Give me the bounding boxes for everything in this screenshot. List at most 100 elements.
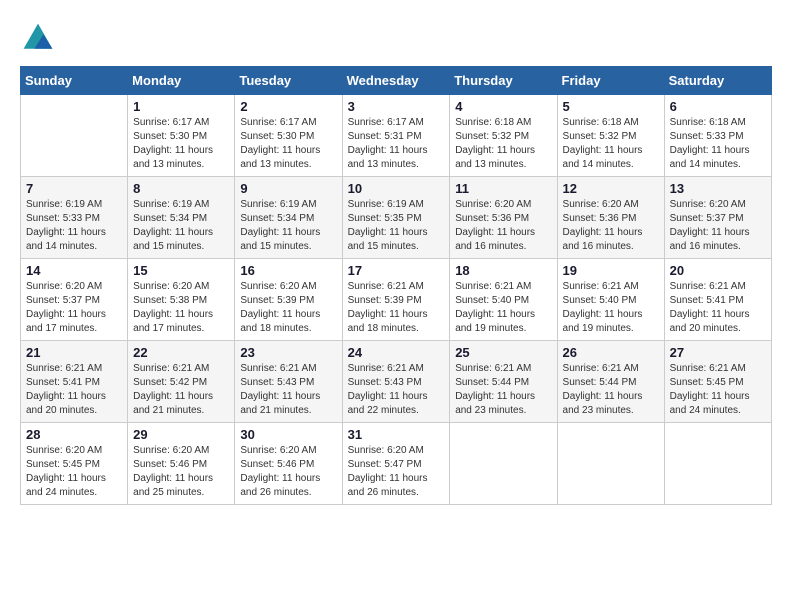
calendar-cell: 3 Sunrise: 6:17 AM Sunset: 5:31 PM Daylig… [342,95,450,177]
calendar-cell: 20 Sunrise: 6:21 AM Sunset: 5:41 PM Dayli… [664,259,771,341]
logo [20,20,62,56]
calendar-cell: 1 Sunrise: 6:17 AM Sunset: 5:30 PM Daylig… [128,95,235,177]
day-number: 12 [563,181,659,196]
day-number: 9 [240,181,336,196]
day-number: 7 [26,181,122,196]
calendar-cell: 31Sunrise: 6:20 AM Sunset: 5:47 PM Dayli… [342,423,450,505]
day-info: Sunrise: 6:19 AM Sunset: 5:34 PM Dayligh… [240,198,336,254]
calendar-cell: 7 Sunrise: 6:19 AM Sunset: 5:33 PM Daylig… [21,177,128,259]
calendar-cell: 8 Sunrise: 6:19 AM Sunset: 5:34 PM Daylig… [128,177,235,259]
calendar-cell: 30 Sunrise: 6:20 AM Sunset: 5:46 PM Dayli… [235,423,342,505]
day-number: 20 [670,263,766,278]
day-number: 10 [348,181,445,196]
day-info: Sunrise: 6:19 AM Sunset: 5:34 PM Dayligh… [133,198,229,254]
day-header: Thursday [450,67,557,95]
day-info: Sunrise: 6:21 AM Sunset: 5:39 PM Dayligh… [348,280,445,336]
calendar-cell: 15 Sunrise: 6:20 AM Sunset: 5:38 PM Dayli… [128,259,235,341]
calendar-cell: 12Sunrise: 6:20 AM Sunset: 5:36 PM Dayli… [557,177,664,259]
calendar-cell [450,423,557,505]
day-number: 15 [133,263,229,278]
day-info: Sunrise: 6:18 AM Sunset: 5:32 PM Dayligh… [563,116,659,172]
day-number: 22 [133,345,229,360]
calendar-cell: 29Sunrise: 6:20 AM Sunset: 5:46 PM Dayli… [128,423,235,505]
calendar-cell [557,423,664,505]
day-info: Sunrise: 6:20 AM Sunset: 5:38 PM Dayligh… [133,280,229,336]
day-number: 18 [455,263,551,278]
day-number: 19 [563,263,659,278]
day-info: Sunrise: 6:21 AM Sunset: 5:43 PM Dayligh… [240,362,336,418]
calendar-cell: 11 Sunrise: 6:20 AM Sunset: 5:36 PM Dayli… [450,177,557,259]
calendar: SundayMondayTuesdayWednesdayThursdayFrid… [20,66,772,505]
day-number: 16 [240,263,336,278]
day-info: Sunrise: 6:19 AM Sunset: 5:35 PM Dayligh… [348,198,445,254]
day-info: Sunrise: 6:18 AM Sunset: 5:32 PM Dayligh… [455,116,551,172]
day-info: Sunrise: 6:21 AM Sunset: 5:40 PM Dayligh… [563,280,659,336]
day-number: 23 [240,345,336,360]
day-header: Saturday [664,67,771,95]
calendar-cell: 22Sunrise: 6:21 AM Sunset: 5:42 PM Dayli… [128,341,235,423]
calendar-cell: 21 Sunrise: 6:21 AM Sunset: 5:41 PM Dayli… [21,341,128,423]
day-info: Sunrise: 6:21 AM Sunset: 5:45 PM Dayligh… [670,362,766,418]
day-info: Sunrise: 6:21 AM Sunset: 5:41 PM Dayligh… [26,362,122,418]
day-info: Sunrise: 6:20 AM Sunset: 5:39 PM Dayligh… [240,280,336,336]
day-number: 1 [133,99,229,114]
calendar-cell: 17 Sunrise: 6:21 AM Sunset: 5:39 PM Dayli… [342,259,450,341]
calendar-cell: 6 Sunrise: 6:18 AM Sunset: 5:33 PM Daylig… [664,95,771,177]
calendar-header-row: SundayMondayTuesdayWednesdayThursdayFrid… [21,67,772,95]
day-info: Sunrise: 6:20 AM Sunset: 5:37 PM Dayligh… [670,198,766,254]
day-info: Sunrise: 6:20 AM Sunset: 5:46 PM Dayligh… [240,444,336,500]
day-number: 6 [670,99,766,114]
day-number: 14 [26,263,122,278]
calendar-week-row: 7 Sunrise: 6:19 AM Sunset: 5:33 PM Daylig… [21,177,772,259]
day-number: 21 [26,345,122,360]
day-number: 3 [348,99,445,114]
calendar-cell [664,423,771,505]
day-number: 17 [348,263,445,278]
day-info: Sunrise: 6:21 AM Sunset: 5:43 PM Dayligh… [348,362,445,418]
day-info: Sunrise: 6:20 AM Sunset: 5:36 PM Dayligh… [455,198,551,254]
calendar-cell: 9 Sunrise: 6:19 AM Sunset: 5:34 PM Daylig… [235,177,342,259]
day-number: 28 [26,427,122,442]
calendar-cell: 23 Sunrise: 6:21 AM Sunset: 5:43 PM Dayli… [235,341,342,423]
day-info: Sunrise: 6:19 AM Sunset: 5:33 PM Dayligh… [26,198,122,254]
day-info: Sunrise: 6:21 AM Sunset: 5:40 PM Dayligh… [455,280,551,336]
day-number: 25 [455,345,551,360]
calendar-cell: 24Sunrise: 6:21 AM Sunset: 5:43 PM Dayli… [342,341,450,423]
calendar-cell: 4 Sunrise: 6:18 AM Sunset: 5:32 PM Daylig… [450,95,557,177]
day-number: 26 [563,345,659,360]
calendar-cell: 18 Sunrise: 6:21 AM Sunset: 5:40 PM Dayli… [450,259,557,341]
day-info: Sunrise: 6:21 AM Sunset: 5:41 PM Dayligh… [670,280,766,336]
day-header: Wednesday [342,67,450,95]
day-number: 2 [240,99,336,114]
calendar-cell: 16 Sunrise: 6:20 AM Sunset: 5:39 PM Dayli… [235,259,342,341]
day-info: Sunrise: 6:21 AM Sunset: 5:44 PM Dayligh… [455,362,551,418]
calendar-cell: 26 Sunrise: 6:21 AM Sunset: 5:44 PM Dayli… [557,341,664,423]
day-header: Friday [557,67,664,95]
day-header: Sunday [21,67,128,95]
day-number: 5 [563,99,659,114]
calendar-week-row: 1 Sunrise: 6:17 AM Sunset: 5:30 PM Daylig… [21,95,772,177]
day-number: 4 [455,99,551,114]
calendar-week-row: 21 Sunrise: 6:21 AM Sunset: 5:41 PM Dayli… [21,341,772,423]
calendar-cell: 25 Sunrise: 6:21 AM Sunset: 5:44 PM Dayli… [450,341,557,423]
calendar-cell: 2Sunrise: 6:17 AM Sunset: 5:30 PM Daylig… [235,95,342,177]
calendar-cell: 13Sunrise: 6:20 AM Sunset: 5:37 PM Dayli… [664,177,771,259]
calendar-cell [21,95,128,177]
day-header: Monday [128,67,235,95]
day-info: Sunrise: 6:20 AM Sunset: 5:47 PM Dayligh… [348,444,445,500]
day-info: Sunrise: 6:17 AM Sunset: 5:30 PM Dayligh… [133,116,229,172]
day-header: Tuesday [235,67,342,95]
calendar-cell: 19 Sunrise: 6:21 AM Sunset: 5:40 PM Dayli… [557,259,664,341]
day-info: Sunrise: 6:17 AM Sunset: 5:31 PM Dayligh… [348,116,445,172]
day-info: Sunrise: 6:18 AM Sunset: 5:33 PM Dayligh… [670,116,766,172]
calendar-cell: 14Sunrise: 6:20 AM Sunset: 5:37 PM Dayli… [21,259,128,341]
day-number: 11 [455,181,551,196]
calendar-cell: 10 Sunrise: 6:19 AM Sunset: 5:35 PM Dayli… [342,177,450,259]
day-info: Sunrise: 6:20 AM Sunset: 5:45 PM Dayligh… [26,444,122,500]
day-number: 27 [670,345,766,360]
calendar-week-row: 28 Sunrise: 6:20 AM Sunset: 5:45 PM Dayli… [21,423,772,505]
calendar-cell: 27 Sunrise: 6:21 AM Sunset: 5:45 PM Dayli… [664,341,771,423]
day-info: Sunrise: 6:21 AM Sunset: 5:44 PM Dayligh… [563,362,659,418]
day-number: 8 [133,181,229,196]
day-number: 30 [240,427,336,442]
